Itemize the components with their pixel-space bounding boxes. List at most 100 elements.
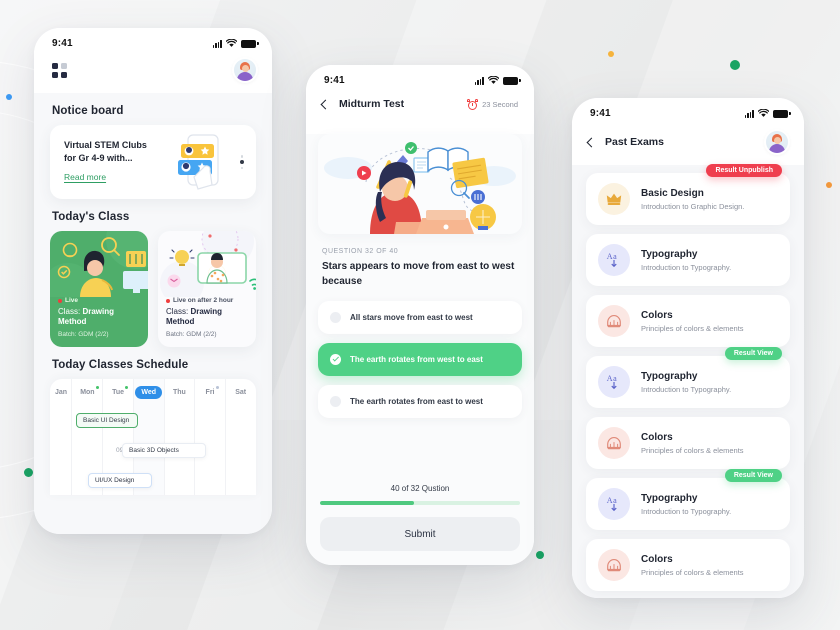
schedule-day-thu[interactable]: Thu: [164, 389, 195, 396]
page-title: Midturm Test: [339, 98, 405, 110]
palette-icon: [598, 549, 630, 581]
timer-text: 23 Second: [482, 99, 518, 109]
dot-green-mid: [536, 551, 544, 559]
typography-icon: Aa: [598, 244, 630, 276]
exam-card-2[interactable]: Aa Typography Introduction to Typography…: [586, 234, 790, 286]
class-illustration-2: [158, 231, 256, 297]
answer-option-2-selected[interactable]: The earth rotates from west to east: [318, 343, 522, 376]
schedule-day-fri[interactable]: Fri: [195, 385, 226, 396]
exam-card-1[interactable]: Basic Design Introduction to Graphic Des…: [586, 164, 790, 225]
schedule-day-wed[interactable]: Wed: [133, 385, 164, 399]
exam-card-7[interactable]: Colors Principles of colors & elements: [586, 539, 790, 591]
dot-orange-right: [826, 182, 832, 188]
answer-list: All stars move from east to west The ear…: [306, 289, 534, 418]
quiz-header-left: Midturm Test: [320, 98, 405, 110]
status-badge[interactable]: Result View: [724, 469, 782, 482]
status-time: 9:41: [52, 38, 73, 49]
status-bar: 9:41: [34, 28, 272, 53]
exam-name: Typography: [641, 370, 698, 382]
answer-option-1[interactable]: All stars move from east to west: [318, 301, 522, 334]
exam-name: Colors: [641, 309, 673, 321]
exam-card-5[interactable]: Colors Principles of colors & elements: [586, 417, 790, 469]
status-time: 9:41: [324, 75, 345, 86]
exam-text: Typography Introduction to Typography.: [641, 371, 731, 394]
class-card-live[interactable]: Live Class: Drawing Method Batch: GDM (2…: [50, 231, 148, 347]
exam-card-4[interactable]: Aa Typography Introduction to Typography…: [586, 347, 790, 408]
quiz-footer: 40 of 32 Qustion Submit: [306, 484, 534, 551]
answer-option-3[interactable]: The earth rotates from east to west: [318, 385, 522, 418]
schedule-event-basic-3d-objects[interactable]: Basic 3D Objects: [105, 442, 206, 460]
schedule-month: Jan: [55, 388, 68, 396]
schedule-table[interactable]: Jan Mon Tue Wed Thu Fri Sat 08:00 Basic …: [50, 379, 256, 495]
todays-class-list: Live Class: Drawing Method Batch: GDM (2…: [34, 231, 272, 347]
radio-icon: [330, 396, 341, 407]
notice-board-title: Notice board: [52, 105, 124, 117]
status-badge[interactable]: Result View: [724, 347, 782, 360]
exam-card-6[interactable]: Aa Typography Introduction to Typography…: [586, 469, 790, 530]
schedule-day-tue[interactable]: Tue: [103, 385, 134, 396]
notice-pagination-dots[interactable]: [240, 155, 246, 169]
exam-description: Introduction to Typography.: [641, 262, 732, 272]
exam-name: Colors: [641, 553, 673, 565]
avatar[interactable]: [234, 59, 256, 81]
class-label-2: Class:: [166, 307, 189, 316]
status-badge[interactable]: Result Unpublish: [706, 164, 782, 177]
exam-description: Introduction to Typography.: [641, 384, 732, 394]
live-dot-icon: [58, 298, 62, 303]
svg-text:A: A: [607, 374, 613, 383]
schedule-event-uiux-design[interactable]: UI/UX Design: [81, 472, 152, 490]
notice-title: Virtual STEM Clubs for Gr 4-9 with...: [64, 139, 147, 163]
home-body: Notice board Virtual STEM Clubs for Gr 4…: [34, 93, 272, 534]
answer-text-2: The earth rotates from west to east: [350, 355, 483, 364]
wifi-icon: [758, 109, 769, 117]
exam-text: Typography Introduction to Typography.: [641, 493, 731, 516]
exam-name: Typography: [641, 492, 698, 504]
exam-description: Principles of colors & elements: [641, 567, 744, 577]
class-card-upcoming[interactable]: Live on after 2 hour Class: Drawing Meth…: [158, 231, 256, 347]
avatar[interactable]: [766, 131, 788, 153]
live-status-1: Live: [58, 297, 140, 304]
quiz-illustration: [318, 134, 522, 234]
question-counter-label: QUESTION 32 OF 40: [322, 248, 399, 255]
submit-button[interactable]: Submit: [320, 517, 520, 551]
exam-description: Principles of colors & elements: [641, 323, 744, 333]
schedule-day-sat[interactable]: Sat: [225, 389, 256, 396]
schedule-row-0800: 08:00 Basic UI Design: [50, 405, 256, 435]
grid-menu-icon[interactable]: [52, 62, 67, 78]
schedule-event-basic-ui-design[interactable]: Basic UI Design: [76, 412, 138, 428]
exam-list[interactable]: Basic Design Introduction to Graphic Des…: [572, 164, 804, 598]
status-icons: [474, 76, 521, 85]
status-icons: [744, 109, 791, 118]
svg-text:A: A: [607, 496, 613, 505]
notice-card[interactable]: Virtual STEM Clubs for Gr 4-9 with... Re…: [50, 125, 256, 199]
live-dot-icon: [166, 298, 170, 303]
check-icon: [330, 354, 341, 365]
phone-quiz-screen: 9:41 Midturm Test 23 Second QUESTION 32 …: [306, 65, 534, 565]
svg-text:a: a: [613, 374, 617, 383]
exam-description: Principles of colors & elements: [641, 445, 744, 455]
past-exams-header: Past Exams: [572, 123, 804, 165]
class-illustration-1: [50, 231, 148, 297]
crown-icon: [598, 183, 630, 215]
exam-card-3[interactable]: Colors Principles of colors & elements: [586, 295, 790, 347]
schedule-rows: 08:00 Basic UI Design 09:00 Basic 3D Obj…: [50, 405, 256, 495]
alarm-icon: [467, 98, 479, 110]
svg-text:A: A: [607, 252, 613, 261]
dot-green-left: [24, 468, 33, 477]
radio-icon: [330, 312, 341, 323]
typography-icon: Aa: [598, 366, 630, 398]
phone-past-exams-screen: 9:41 Past Exams Basic Design Introductio…: [572, 98, 804, 598]
signal-icon: [474, 77, 484, 85]
dot-green-top-right: [730, 60, 740, 70]
back-chevron-icon[interactable]: [320, 99, 331, 109]
home-header: [34, 53, 272, 93]
read-more-link[interactable]: Read more: [64, 172, 106, 182]
svg-text:a: a: [613, 252, 617, 261]
status-icons: [212, 39, 259, 48]
back-chevron-icon[interactable]: [586, 137, 597, 147]
class-batch-1: Batch: GDM (2/2): [58, 330, 109, 338]
exam-text: Colors Principles of colors & elements: [641, 432, 744, 455]
schedule-day-mon[interactable]: Mon: [72, 385, 103, 396]
page-title: Past Exams: [605, 136, 664, 148]
class-info-2: Live on after 2 hour Class: Drawing Meth…: [158, 297, 256, 338]
